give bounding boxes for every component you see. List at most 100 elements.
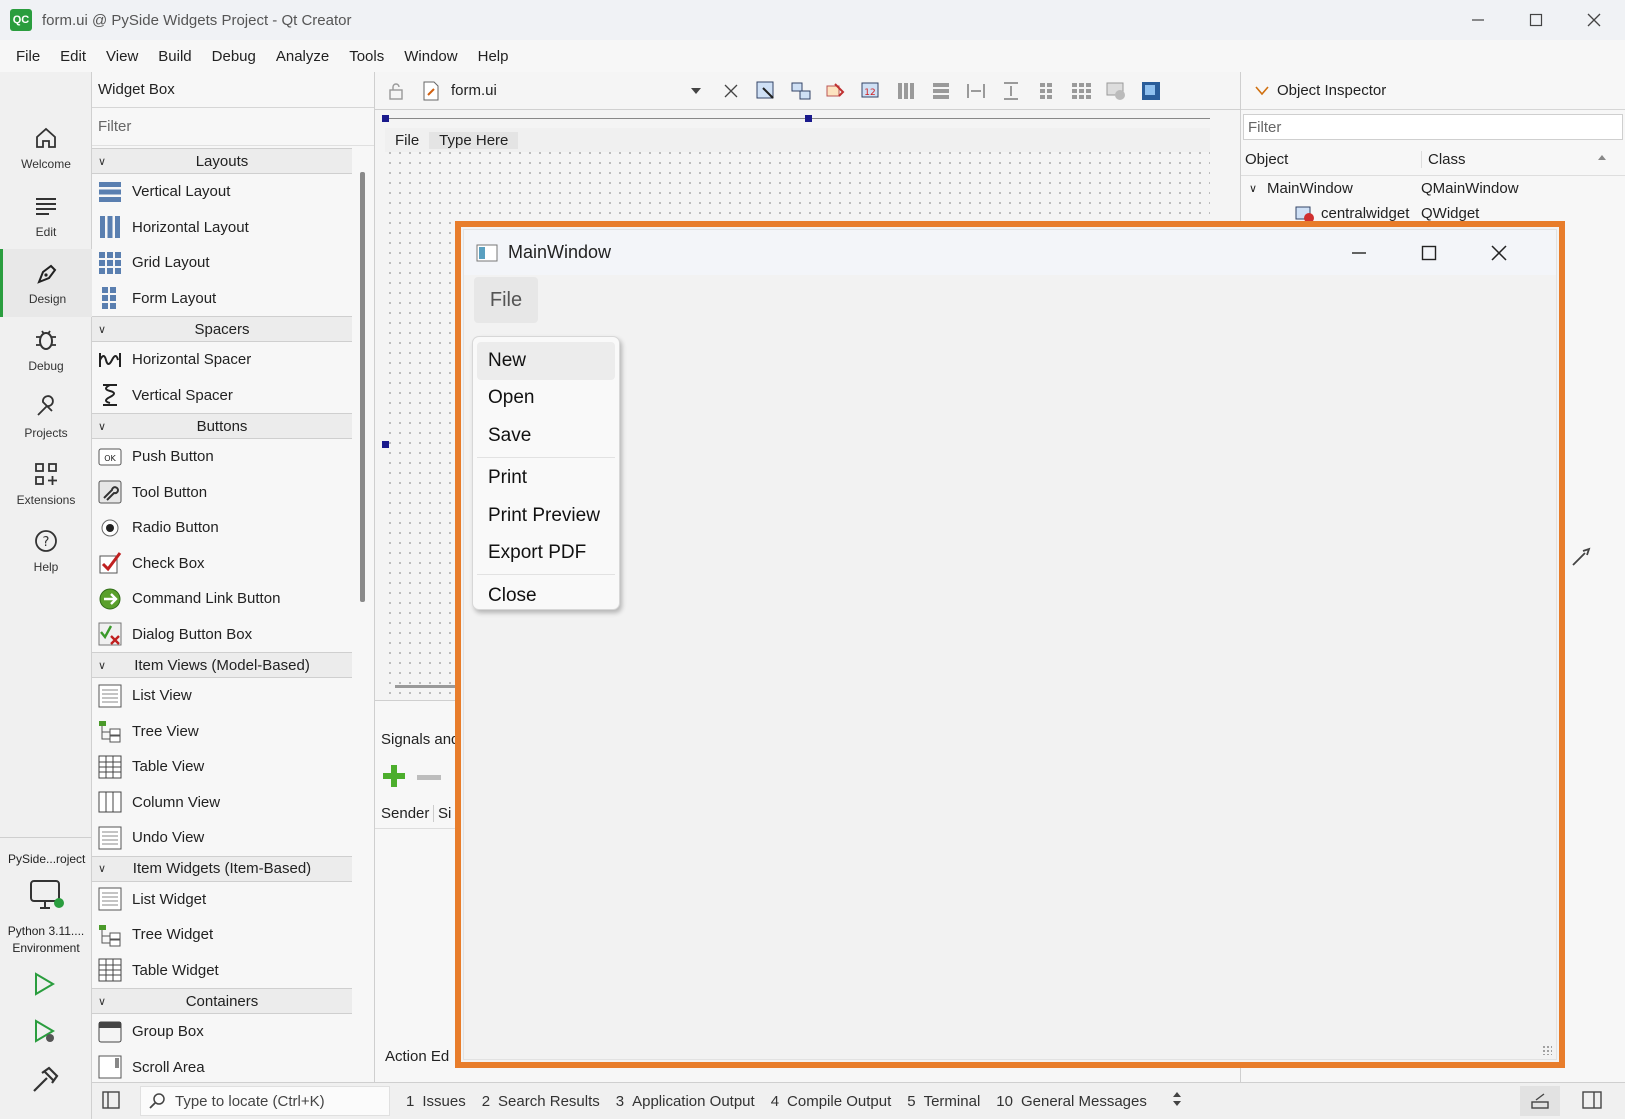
adjust-size-button[interactable] (1136, 78, 1166, 104)
layout-form-button[interactable] (1031, 78, 1061, 104)
inspector-scrollbar[interactable] (1597, 148, 1607, 558)
minus-icon[interactable] (417, 775, 441, 780)
widget-table-view[interactable]: Table View (92, 749, 352, 785)
form-menu-type-here[interactable]: Type Here (429, 131, 519, 149)
configure-icon[interactable] (1571, 547, 1595, 571)
output-tabs-more-button[interactable] (1171, 1091, 1183, 1111)
output-tab-search-results[interactable]: 2 Search Results (482, 1093, 600, 1110)
menu-window[interactable]: Window (394, 48, 467, 65)
menu-item-save[interactable]: Save (477, 417, 615, 455)
layout-splitter-v-button[interactable] (996, 78, 1026, 104)
kit-selector[interactable] (28, 878, 68, 918)
category-item-views[interactable]: ∨ Item Views (Model-Based) (92, 652, 352, 678)
tree-row[interactable]: ∨ MainWindow QMainWindow (1241, 176, 1625, 201)
widget-vertical-layout[interactable]: Vertical Layout (92, 174, 352, 210)
edit-tab-order-button[interactable]: 12 (856, 78, 886, 104)
mode-edit[interactable]: Edit (0, 182, 92, 250)
mode-help[interactable]: ? Help (0, 517, 92, 585)
break-layout-button[interactable] (1101, 78, 1131, 104)
layout-horizontal-button[interactable] (891, 78, 921, 104)
category-containers[interactable]: ∨ Containers (92, 988, 352, 1014)
menu-file[interactable]: File (6, 48, 50, 65)
output-tab-compile-output[interactable]: 4 Compile Output (771, 1093, 892, 1110)
widget-push-button[interactable]: OK Push Button (92, 439, 352, 475)
open-file-name[interactable]: form.ui (451, 82, 681, 99)
lock-icon[interactable] (381, 78, 411, 104)
widget-tree-view[interactable]: Tree View (92, 714, 352, 750)
mode-design[interactable]: Design (0, 249, 92, 317)
resize-grip[interactable] (1542, 1045, 1552, 1055)
mw-menu-file[interactable]: File (474, 277, 538, 323)
edit-widgets-button[interactable] (751, 78, 781, 104)
category-layouts[interactable]: ∨ Layouts (92, 148, 352, 174)
widget-box-filter[interactable]: Filter (92, 108, 374, 146)
output-tab-terminal[interactable]: 5 Terminal (907, 1093, 980, 1110)
widget-command-link-button[interactable]: Command Link Button (92, 581, 352, 617)
widget-list-widget[interactable]: List Widget (92, 882, 352, 918)
widget-form-layout[interactable]: Form Layout (92, 281, 352, 317)
widget-check-box[interactable]: Check Box (92, 546, 352, 582)
col-class[interactable]: Class (1421, 151, 1466, 168)
widget-tool-button[interactable]: Tool Button (92, 475, 352, 511)
close-document-button[interactable] (716, 78, 746, 104)
widget-tree-widget[interactable]: Tree Widget (92, 917, 352, 953)
widget-table-widget[interactable]: Table Widget (92, 953, 352, 989)
widget-grid-layout[interactable]: Grid Layout (92, 245, 352, 281)
col-object[interactable]: Object (1241, 151, 1421, 168)
widget-undo-view[interactable]: Undo View (92, 820, 352, 856)
menu-help[interactable]: Help (468, 48, 519, 65)
edit-buddies-button[interactable] (821, 78, 851, 104)
widget-list-view[interactable]: List View (92, 678, 352, 714)
output-tab-general-messages[interactable]: 10 General Messages (996, 1093, 1147, 1110)
widget-column-view[interactable]: Column View (92, 785, 352, 821)
output-tab-application-output[interactable]: 3 Application Output (616, 1093, 755, 1110)
menu-item-print-preview[interactable]: Print Preview (477, 497, 615, 535)
resize-handle[interactable] (382, 115, 389, 122)
layout-splitter-h-button[interactable] (961, 78, 991, 104)
menu-edit[interactable]: Edit (50, 48, 96, 65)
menu-build[interactable]: Build (148, 48, 201, 65)
mode-welcome[interactable]: Welcome (0, 114, 92, 182)
debug-run-button[interactable] (30, 1017, 58, 1049)
widget-horizontal-spacer[interactable]: Horizontal Spacer (92, 342, 352, 378)
menu-item-open[interactable]: Open (477, 380, 615, 418)
toggle-output-pane-button[interactable] (1520, 1086, 1560, 1116)
menu-item-new[interactable]: New (477, 342, 615, 380)
canvas-hscroll[interactable] (395, 685, 455, 688)
mode-extensions[interactable]: Extensions (0, 450, 92, 518)
menu-item-export-pdf[interactable]: Export PDF (477, 535, 615, 573)
layout-vertical-button[interactable] (926, 78, 956, 104)
col-signal[interactable]: Si (433, 805, 451, 822)
resize-handle[interactable] (805, 115, 812, 122)
file-dropdown[interactable] (681, 78, 711, 104)
widget-radio-button[interactable]: Radio Button (92, 510, 352, 546)
widget-group-box[interactable]: Group Box (92, 1014, 352, 1050)
widget-horizontal-layout[interactable]: Horizontal Layout (92, 210, 352, 246)
menu-item-close[interactable]: Close (477, 577, 615, 615)
mw-maximize-button[interactable] (1394, 230, 1464, 275)
locator-input[interactable]: Type to locate (Ctrl+K) (140, 1086, 390, 1116)
menu-analyze[interactable]: Analyze (266, 48, 339, 65)
maximize-button[interactable] (1507, 0, 1565, 40)
menu-item-print[interactable]: Print (477, 460, 615, 498)
mode-projects[interactable]: Projects (0, 383, 92, 451)
widget-scroll-area[interactable]: Scroll Area (92, 1050, 352, 1083)
mw-minimize-button[interactable] (1324, 230, 1394, 275)
form-menu-file[interactable]: File (385, 132, 429, 149)
resize-handle[interactable] (382, 441, 389, 448)
menu-debug[interactable]: Debug (202, 48, 266, 65)
category-buttons[interactable]: ∨ Buttons (92, 413, 352, 439)
inspector-filter[interactable]: Filter (1243, 114, 1623, 140)
minimize-button[interactable] (1449, 0, 1507, 40)
widget-box-scrollbar[interactable] (360, 172, 365, 602)
mw-close-button[interactable] (1464, 230, 1534, 275)
layout-grid-button[interactable] (1066, 78, 1096, 104)
edit-signals-button[interactable] (786, 78, 816, 104)
action-editor-tab[interactable]: Action Ed (385, 1048, 449, 1065)
close-button[interactable] (1565, 0, 1623, 40)
run-button[interactable] (30, 970, 58, 1002)
build-button[interactable] (30, 1065, 60, 1099)
category-item-widgets[interactable]: ∨ Item Widgets (Item-Based) (92, 855, 352, 882)
widget-vertical-spacer[interactable]: Vertical Spacer (92, 378, 352, 414)
category-spacers[interactable]: ∨ Spacers (92, 316, 352, 342)
